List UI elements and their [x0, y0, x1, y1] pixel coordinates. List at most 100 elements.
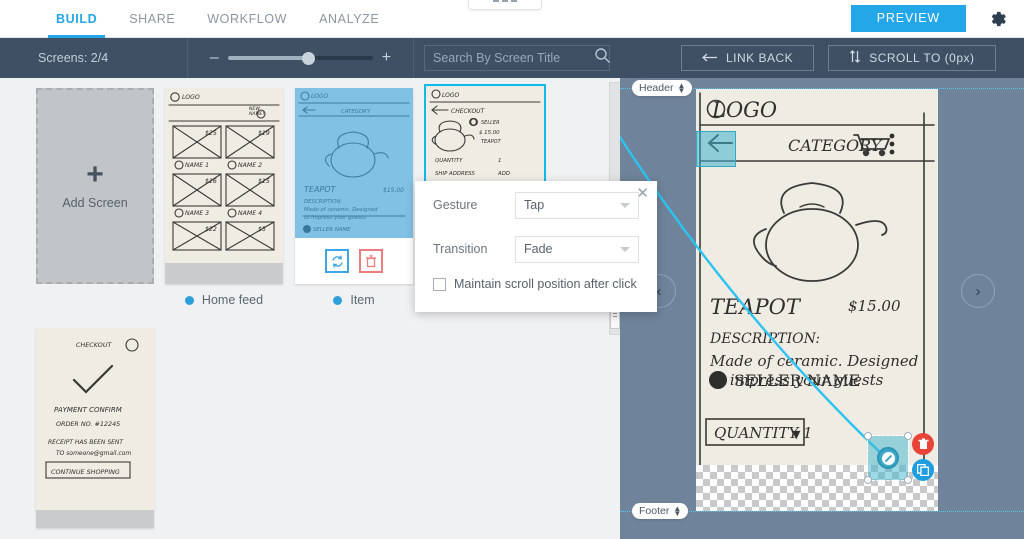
tab-build[interactable]: BUILD	[40, 0, 113, 38]
svg-text:$5: $5	[258, 226, 266, 233]
svg-text:LOGO: LOGO	[182, 94, 200, 101]
hotspot-delete-button[interactable]	[912, 433, 934, 455]
svg-text:ADD: ADD	[497, 171, 510, 177]
dot-1	[493, 0, 499, 2]
svg-text:1: 1	[498, 158, 501, 164]
add-screen-button[interactable]: + Add Screen	[36, 88, 154, 284]
zoom-out-button[interactable]: –	[210, 50, 219, 66]
dot-3	[511, 0, 517, 2]
zoom-slider[interactable]	[227, 51, 373, 65]
hotspot-selected[interactable]	[864, 432, 912, 484]
svg-text:ORDER NO. #12245: ORDER NO. #12245	[56, 420, 120, 428]
scroll-to-button[interactable]: SCROLL TO (0px)	[828, 45, 996, 71]
gear-icon[interactable]	[988, 9, 1008, 29]
nav-tabs: BUILD SHARE WORKFLOW ANALYZE	[40, 0, 395, 38]
screen-thumb-actions	[295, 238, 413, 284]
screen-thumb-card[interactable]: LOGO NEW NAME! $25 $19 NAME 1 NAME 2 $16 $1…	[165, 88, 283, 284]
footer-pill[interactable]: Footer ▲ ▼	[632, 503, 689, 519]
top-navigation-bar: BUILD SHARE WORKFLOW ANALYZE PREVIEW	[0, 0, 1024, 38]
dot-2	[502, 0, 508, 2]
tab-analyze[interactable]: ANALYZE	[303, 0, 395, 38]
svg-text:RECEIPT HAS BEEN SENT: RECEIPT HAS BEEN SENT	[48, 439, 124, 446]
sketch-payment-confirm: CHECKOUT PAYMENT CONFIRM ORDER NO. #1224…	[36, 328, 154, 510]
updown-arrows-icon[interactable]: ▲ ▼	[673, 505, 681, 518]
preview-panel[interactable]: Header ▲ ▼ Footer ▲ ▼ LOGO CATEGORY TEAP…	[620, 78, 1024, 539]
svg-text:NAME 4: NAME 4	[238, 210, 262, 217]
add-screen-tile[interactable]: + Add Screen	[36, 88, 154, 284]
resize-handle-br[interactable]	[904, 476, 912, 484]
add-screen-label: Add Screen	[62, 196, 128, 210]
zoom-slider-knob[interactable]	[301, 51, 315, 65]
scroll-to-label: SCROLL TO (0px)	[869, 51, 975, 65]
chevron-down-icon	[620, 247, 630, 252]
svg-text:LOGO: LOGO	[442, 92, 460, 99]
gesture-select[interactable]: Tap	[515, 191, 639, 219]
updown-arrows-icon	[849, 50, 861, 66]
screen-thumb-home-feed[interactable]: LOGO NEW NAME! $25 $19 NAME 1 NAME 2 $16 $1…	[165, 88, 283, 307]
svg-text:NAME 1: NAME 1	[185, 162, 209, 169]
svg-text:$ 15.00: $ 15.00	[479, 130, 500, 136]
hotspot-duplicate-button[interactable]	[912, 459, 934, 481]
hotspot-back-arrow[interactable]	[696, 131, 736, 167]
screen-thumb-card[interactable]: CHECKOUT PAYMENT CONFIRM ORDER NO. #1224…	[36, 328, 154, 528]
sub-toolbar-right: LINK BACK SCROLL TO (0px)	[620, 38, 1024, 78]
grip-line	[613, 313, 617, 314]
trash-icon[interactable]	[359, 249, 383, 273]
preview-button[interactable]: PREVIEW	[850, 5, 966, 32]
next-screen-button[interactable]: ›	[961, 274, 995, 308]
header-pill[interactable]: Header ▲ ▼	[632, 80, 693, 96]
transition-row: Transition Fade	[415, 229, 657, 269]
transition-select[interactable]: Fade	[515, 235, 639, 263]
svg-text:TO someone@gmail.com: TO someone@gmail.com	[56, 450, 131, 457]
screen-thumb-payment-confirm[interactable]: CHECKOUT PAYMENT CONFIRM ORDER NO. #1224…	[36, 328, 154, 528]
ellipsis-icon[interactable]	[468, 0, 542, 10]
zoom-slider-fill	[227, 56, 308, 60]
svg-text:NAME!: NAME!	[249, 111, 264, 117]
svg-text:NAME 3: NAME 3	[185, 210, 209, 217]
svg-text:QUANTITY: QUANTITY	[435, 158, 463, 164]
screen-thumb-item[interactable]: LOGO CATEGORY TEAPOT $15.00 DESCRIPTION:…	[295, 88, 413, 307]
updown-arrows-icon[interactable]: ▲ ▼	[677, 82, 685, 95]
search-icon[interactable]	[594, 47, 611, 69]
nav-right-actions: PREVIEW	[850, 5, 1024, 32]
svg-text:TEAPOT: TEAPOT	[710, 295, 802, 319]
screen-title-item: Item	[350, 293, 375, 307]
tab-analyze-label: ANALYZE	[319, 11, 380, 26]
resize-handle-bl[interactable]	[864, 476, 872, 484]
tab-workflow[interactable]: WORKFLOW	[191, 0, 303, 38]
search-box[interactable]	[424, 45, 610, 71]
tab-build-label: BUILD	[56, 11, 98, 26]
svg-text:DESCRIPTION:: DESCRIPTION:	[709, 331, 820, 347]
svg-text:Made of ceramic. Designed: Made of ceramic. Designed	[709, 352, 918, 370]
link-back-label: LINK BACK	[726, 51, 794, 65]
screens-count-label: Screens: 2/4	[0, 38, 188, 78]
header-pill-label: Header	[639, 82, 674, 94]
link-hotspot-icon[interactable]	[877, 447, 899, 469]
footer-pill-label: Footer	[639, 505, 670, 517]
resize-handle-tl[interactable]	[864, 432, 872, 440]
maintain-scroll-row[interactable]: Maintain scroll position after click	[415, 277, 657, 291]
svg-text:$19: $19	[258, 130, 270, 137]
interaction-settings-dialog[interactable]: ✕ Gesture Tap Transition Fade Maintain s…	[415, 181, 657, 312]
svg-text:$22: $22	[205, 226, 217, 233]
svg-text:TEAPOT: TEAPOT	[481, 139, 502, 145]
link-back-button[interactable]: LINK BACK	[681, 45, 815, 71]
zoom-in-button[interactable]: +	[382, 50, 391, 66]
svg-text:CHECKOUT: CHECKOUT	[451, 108, 486, 115]
svg-text:CATEGORY: CATEGORY	[788, 136, 883, 155]
screen-thumb-card[interactable]: LOGO CATEGORY TEAPOT $15.00 DESCRIPTION:…	[295, 88, 413, 284]
replace-icon[interactable]	[325, 249, 349, 273]
maintain-scroll-checkbox[interactable]	[433, 277, 446, 291]
screen-status-dot	[333, 295, 343, 305]
svg-text:CHECKOUT: CHECKOUT	[76, 341, 112, 349]
svg-text:$15.00: $15.00	[848, 297, 901, 315]
resize-handle-tr[interactable]	[904, 432, 912, 440]
search-input[interactable]	[433, 51, 594, 65]
svg-text:$15: $15	[258, 178, 270, 185]
tab-workflow-label: WORKFLOW	[207, 11, 288, 26]
chevron-left-icon: ‹	[656, 282, 662, 300]
gesture-label: Gesture	[433, 198, 478, 212]
chevron-right-icon: ›	[975, 282, 981, 300]
transition-value: Fade	[524, 242, 553, 256]
tab-share[interactable]: SHARE	[113, 0, 191, 38]
